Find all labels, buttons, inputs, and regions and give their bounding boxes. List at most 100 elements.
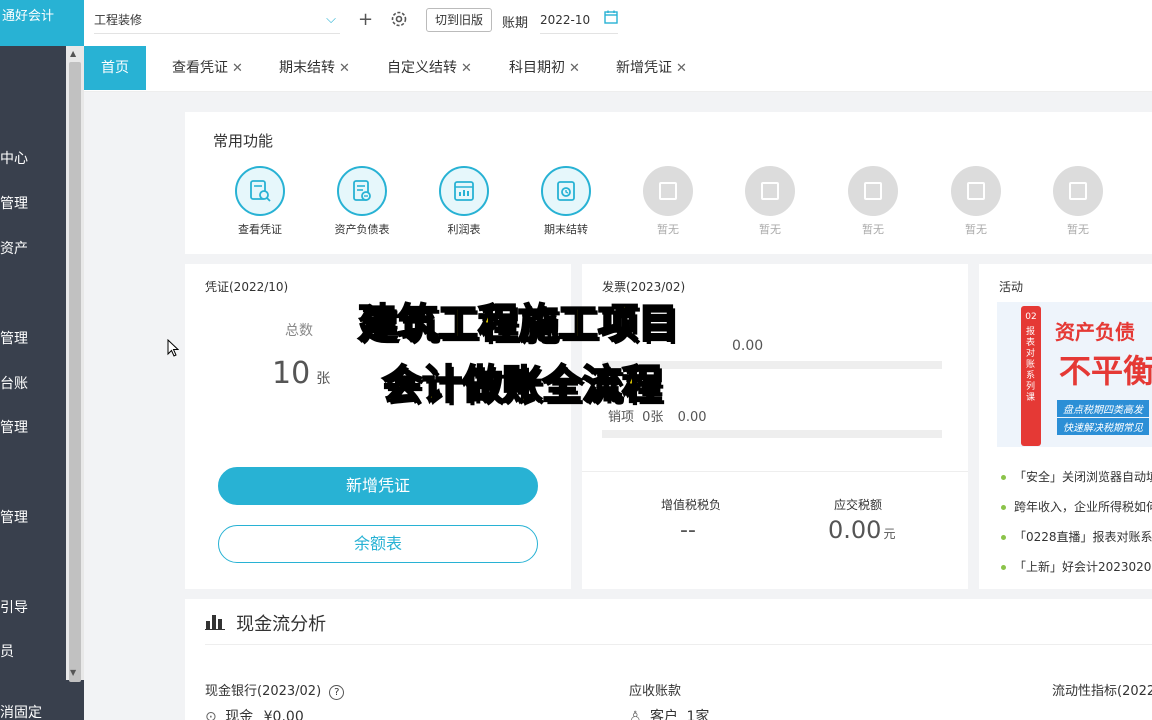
func-empty-slot[interactable]: 暂无 bbox=[936, 166, 1016, 237]
banner-title: 资产负债 bbox=[1055, 320, 1135, 344]
bullet-icon bbox=[1001, 505, 1006, 510]
tab-label: 首页 bbox=[101, 60, 129, 76]
balance-table-button[interactable]: 余额表 bbox=[218, 525, 538, 563]
func-label: 查看凭证 bbox=[238, 223, 282, 236]
tax-label: 应交税额 bbox=[834, 498, 883, 512]
tab-home[interactable]: 首页 bbox=[84, 46, 146, 90]
banner-side-text: 报表对账系列课 bbox=[1026, 327, 1036, 403]
func-empty-slot[interactable]: 暂无 bbox=[1038, 166, 1118, 237]
banner-line: 盘点税期四类高发 bbox=[1057, 400, 1149, 417]
news-item[interactable]: 跨年收入，企业所得税如何 bbox=[1001, 498, 1152, 515]
total-label: 总数 bbox=[285, 323, 313, 339]
overlay-caption-line2: 会计做账全流程 bbox=[381, 361, 663, 409]
tax-unit: 元 bbox=[883, 527, 896, 541]
news-item[interactable]: 「0228直播」报表对账系 bbox=[1001, 528, 1152, 545]
tab-view-voucher[interactable]: 查看凭证 ✕ bbox=[172, 46, 243, 90]
func-label: 暂无 bbox=[862, 223, 884, 236]
tax-amount: 0.00 bbox=[828, 516, 882, 544]
activity-title: 活动 bbox=[999, 280, 1024, 294]
func-label: 暂无 bbox=[965, 223, 987, 236]
placeholder-icon bbox=[951, 166, 1001, 216]
divider bbox=[205, 644, 1152, 645]
sidebar-item[interactable]: 资产 bbox=[0, 238, 28, 258]
sidebar-item[interactable]: 中心 bbox=[0, 148, 28, 168]
cash-row: ⊙ 现金 ¥0.00 bbox=[205, 706, 304, 720]
close-icon[interactable]: ✕ bbox=[569, 61, 580, 76]
func-label: 暂无 bbox=[657, 223, 679, 236]
sidebar-item[interactable]: 管理 bbox=[0, 417, 28, 437]
overlay-caption-line1: 建筑工程施工项目 bbox=[357, 300, 679, 348]
gear-icon[interactable] bbox=[390, 10, 408, 33]
bullet-icon bbox=[1001, 565, 1006, 570]
brand-logo: 通好会计 bbox=[0, 0, 84, 46]
func-period-end[interactable]: 期末结转 bbox=[526, 166, 606, 237]
banner-number: 02 bbox=[1025, 312, 1037, 322]
cash-value: ¥0.00 bbox=[263, 709, 304, 720]
help-icon[interactable]: ? bbox=[329, 685, 345, 700]
tab-opening-balance[interactable]: 科目期初 ✕ bbox=[509, 46, 580, 90]
cashflow-card: 现金流分析 现金银行(2023/02) ? ⊙ 现金 ¥0.00 应收账款 ♙ … bbox=[185, 599, 1152, 720]
chevron-down-icon: ⌵ bbox=[326, 12, 336, 27]
placeholder-icon bbox=[848, 166, 898, 216]
func-income-statement[interactable]: 利润表 bbox=[424, 166, 504, 237]
switch-old-version-button[interactable]: 切到旧版 bbox=[426, 8, 492, 32]
func-empty-slot[interactable]: 暂无 bbox=[628, 166, 708, 237]
voucher-count: 10 张 bbox=[272, 356, 330, 391]
output-invoice-count: 0张 bbox=[642, 410, 664, 425]
tab-period-end[interactable]: 期末结转 ✕ bbox=[279, 46, 350, 90]
bar-chart-icon bbox=[205, 612, 225, 634]
common-functions-card: 常用功能 查看凭证 资产负债表 利润表 期末结转 暂无 暂无 暂无 暂无 暂无 bbox=[185, 112, 1152, 254]
news-item[interactable]: 「安全」关闭浏览器自动填 bbox=[1001, 468, 1152, 485]
sidebar-item[interactable]: 管理 bbox=[0, 507, 28, 527]
close-icon[interactable]: ✕ bbox=[461, 61, 472, 76]
close-icon[interactable]: ✕ bbox=[232, 61, 243, 76]
company-select[interactable]: 工程装修 ⌵ bbox=[94, 8, 340, 34]
add-voucher-button[interactable]: 新增凭证 bbox=[218, 467, 538, 505]
banner-side-tag: 02 报表对账系列课 bbox=[1021, 306, 1041, 446]
sidebar: 通好会计 中心 管理 资产 管理 台账 管理 管理 引导 员 消固定 ▲ ▼ bbox=[0, 0, 84, 720]
activity-banner[interactable]: 02 报表对账系列课 资产负债 不平衡 盘点税期四类高发 快速解决税期常见 bbox=[997, 302, 1152, 447]
news-text: 跨年收入，企业所得税如何 bbox=[1014, 500, 1152, 514]
close-icon[interactable]: ✕ bbox=[676, 61, 687, 76]
func-empty-slot[interactable]: 暂无 bbox=[833, 166, 913, 237]
sidebar-item[interactable]: 台账 bbox=[0, 373, 28, 393]
voucher-search-icon bbox=[235, 166, 285, 216]
chart-icon bbox=[439, 166, 489, 216]
sidebar-item[interactable]: 引导 bbox=[0, 597, 28, 617]
func-label: 资产负债表 bbox=[334, 223, 390, 236]
news-item[interactable]: 「上新」好会计2023020 bbox=[1001, 558, 1151, 575]
func-label: 暂无 bbox=[759, 223, 781, 236]
func-balance-sheet[interactable]: 资产负债表 bbox=[322, 166, 402, 237]
user-icon: ♙ bbox=[629, 709, 642, 720]
scrollbar-thumb[interactable] bbox=[69, 62, 81, 682]
output-invoice-label: 销项 bbox=[608, 410, 635, 425]
tab-custom-transfer[interactable]: 自定义结转 ✕ bbox=[387, 46, 472, 90]
tab-new-voucher[interactable]: 新增凭证 ✕ bbox=[616, 46, 687, 90]
customer-label: 客户 bbox=[650, 709, 679, 720]
scroll-up-icon[interactable]: ▲ bbox=[70, 49, 76, 59]
func-label: 期末结转 bbox=[544, 223, 588, 236]
transfer-icon bbox=[541, 166, 591, 216]
cash-bank-label: 现金银行(2023/02) ? bbox=[205, 680, 345, 700]
divider bbox=[582, 471, 968, 472]
sidebar-item[interactable]: 员 bbox=[0, 641, 14, 661]
close-icon[interactable]: ✕ bbox=[339, 61, 350, 76]
sidebar-scrollbar[interactable]: ▲ ▼ bbox=[66, 46, 84, 682]
placeholder-icon bbox=[745, 166, 795, 216]
scroll-down-icon[interactable]: ▼ bbox=[70, 668, 76, 678]
cashflow-header: 现金流分析 bbox=[205, 610, 326, 636]
func-empty-slot[interactable]: 暂无 bbox=[730, 166, 810, 237]
sidebar-item[interactable]: 管理 bbox=[0, 193, 28, 213]
voucher-count-unit: 张 bbox=[316, 371, 331, 387]
func-view-voucher[interactable]: 查看凭证 bbox=[220, 166, 300, 237]
sidebar-item[interactable]: 消固定 bbox=[0, 702, 42, 720]
tab-bar: 首页 查看凭证 ✕ 期末结转 ✕ 自定义结转 ✕ 科目期初 ✕ 新增凭证 ✕ bbox=[84, 46, 1152, 92]
cash-bank-text: 现金银行(2023/02) bbox=[205, 684, 322, 699]
period-picker[interactable]: 2022-10 bbox=[540, 8, 618, 34]
placeholder-icon bbox=[643, 166, 693, 216]
company-name: 工程装修 bbox=[94, 13, 143, 27]
tab-label: 查看凭证 bbox=[172, 60, 228, 76]
customer-row: ♙ 客户 1家 bbox=[629, 706, 709, 720]
sidebar-item[interactable]: 管理 bbox=[0, 328, 28, 348]
add-icon[interactable]: + bbox=[358, 10, 373, 30]
